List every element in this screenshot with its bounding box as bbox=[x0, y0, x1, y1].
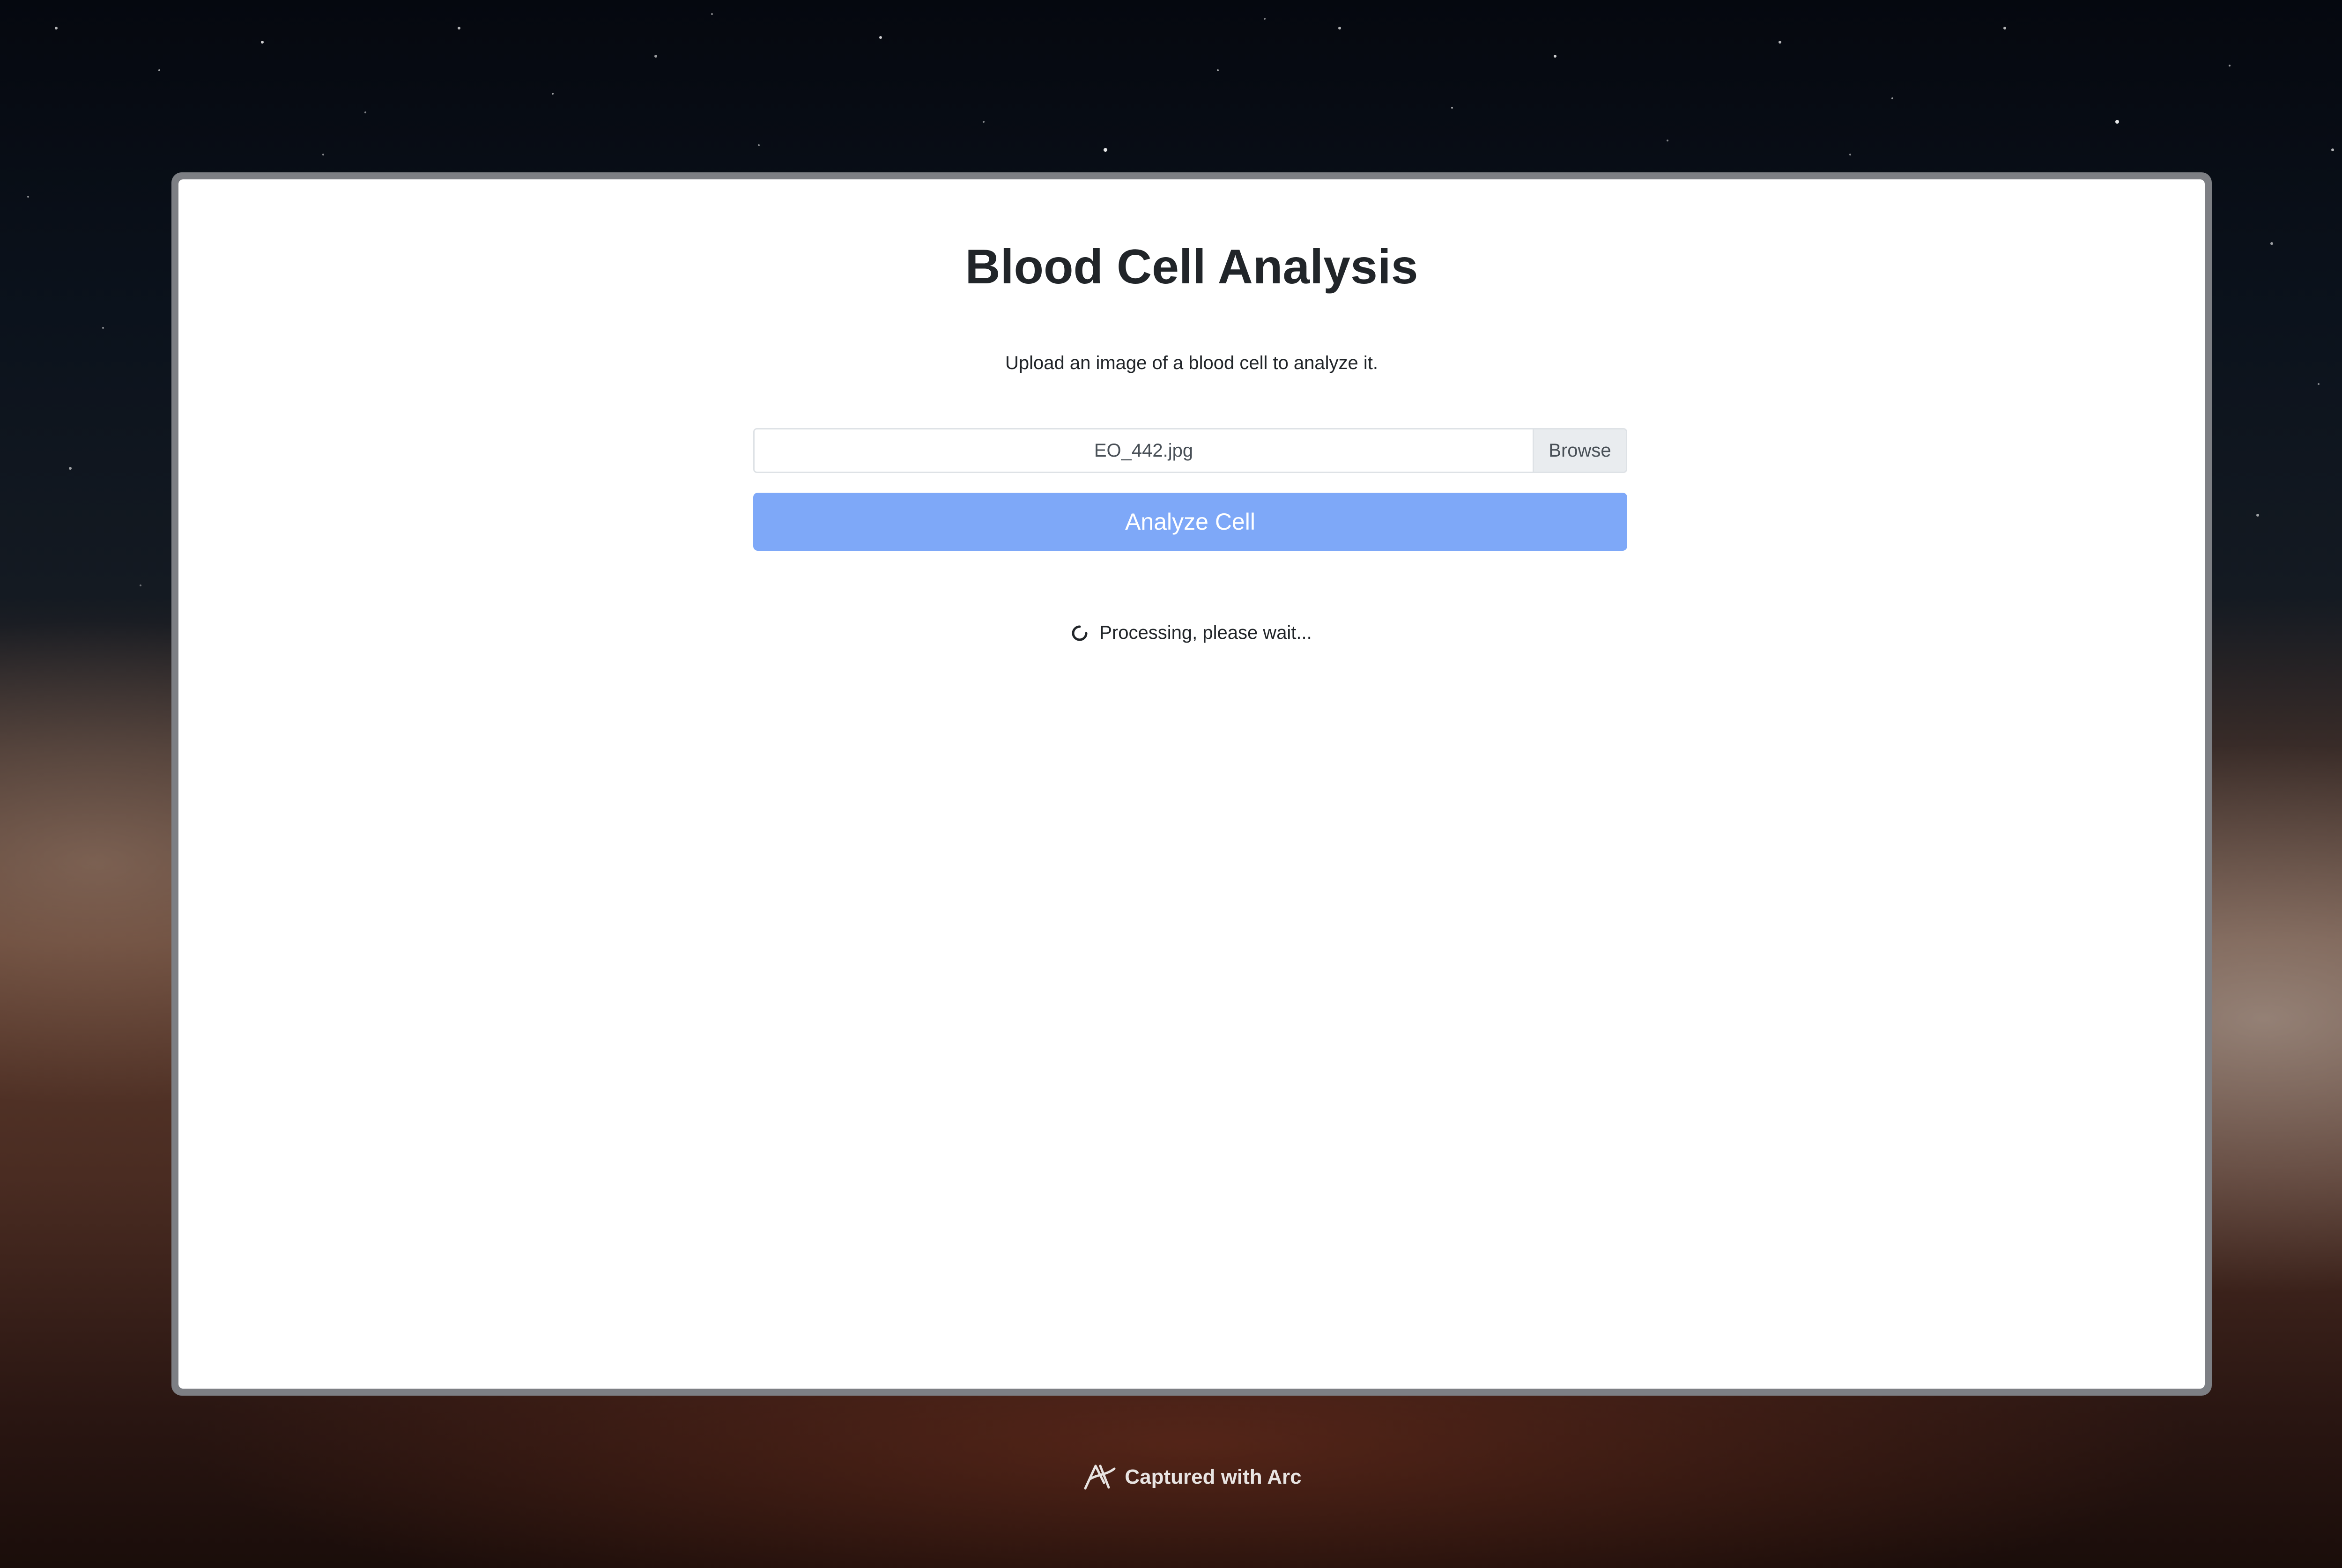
captured-with-arc: Captured with Arc bbox=[0, 1462, 2342, 1492]
processing-message: Processing, please wait... bbox=[1099, 622, 1312, 643]
analyze-cell-button-label: Analyze Cell bbox=[1125, 509, 1255, 535]
file-input[interactable]: EO_442.jpg bbox=[755, 429, 1533, 472]
page-title: Blood Cell Analysis bbox=[965, 240, 1418, 294]
browser-window: Blood Cell Analysis Upload an image of a… bbox=[171, 172, 2212, 1396]
spinner-icon bbox=[1072, 625, 1088, 641]
arc-logo-icon bbox=[1084, 1464, 1116, 1490]
browse-button-label: Browse bbox=[1549, 440, 1611, 461]
page-content: Blood Cell Analysis Upload an image of a… bbox=[178, 179, 2205, 1389]
selected-file-name: EO_442.jpg bbox=[1094, 440, 1193, 461]
processing-status: Processing, please wait... bbox=[178, 622, 2205, 643]
analyze-cell-button[interactable]: Analyze Cell bbox=[753, 493, 1627, 551]
file-upload-group[interactable]: EO_442.jpg Browse bbox=[753, 428, 1627, 473]
page-subtitle: Upload an image of a blood cell to analy… bbox=[1005, 353, 1379, 373]
captured-label: Captured with Arc bbox=[1125, 1465, 1302, 1488]
browse-button[interactable]: Browse bbox=[1533, 429, 1626, 472]
